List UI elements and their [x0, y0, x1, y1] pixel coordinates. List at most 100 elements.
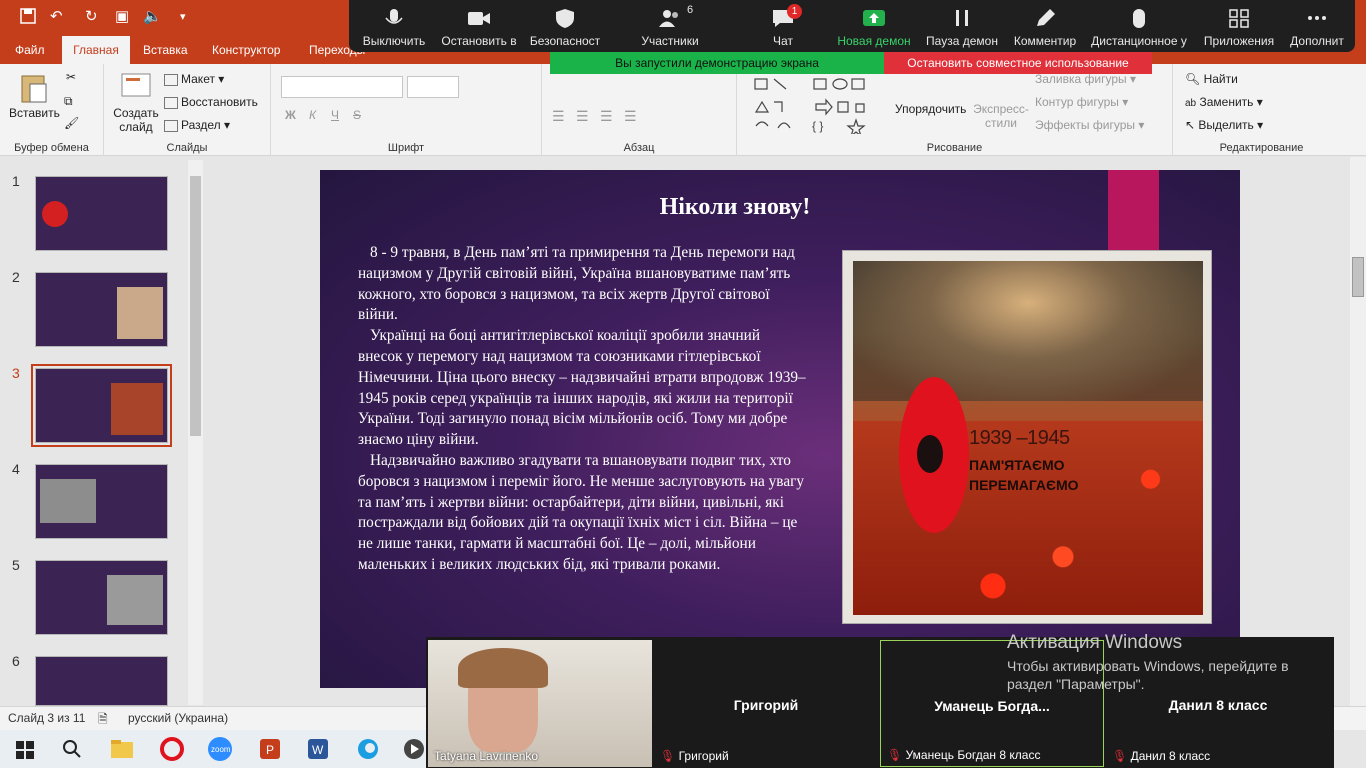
paste-button[interactable]: Вставить [9, 106, 60, 120]
shape-effects-label: Эффекты фигуры [1035, 118, 1136, 132]
italic-button[interactable]: К [309, 108, 316, 122]
file-explorer-icon[interactable] [108, 735, 136, 763]
copy-icon[interactable]: ⧉ [64, 94, 73, 109]
strike-button[interactable]: S [353, 108, 361, 122]
tab-insert[interactable]: Вставка [137, 36, 194, 64]
video-camera-icon [468, 12, 490, 25]
slide-thumbnail-2[interactable] [35, 272, 168, 347]
undo-icon[interactable]: ↶ [50, 8, 63, 26]
speaker-icon[interactable]: 🔈 [143, 8, 162, 26]
stop-video-button[interactable]: Остановить в [439, 0, 519, 52]
font-label: Шрифт [387, 142, 425, 154]
align-left-icon[interactable]: ☰ [552, 108, 565, 125]
slide-thumbnail-5[interactable] [35, 560, 168, 635]
cut-icon[interactable]: ✂ [66, 70, 76, 84]
muted-mic-icon: 🎙︎ [887, 748, 903, 762]
shapes-gallery[interactable]: { } [752, 74, 892, 138]
participant-hair [458, 648, 548, 688]
scroll-thumb[interactable] [190, 176, 201, 436]
slide-thumbnail-3[interactable] [31, 364, 172, 447]
media-player-icon[interactable] [400, 735, 428, 763]
word-icon[interactable]: W [304, 735, 332, 763]
poster-image-frame[interactable]: 1939 –1945 ПАМ'ЯТАЄМО ПЕРЕМАГАЄМО [842, 250, 1212, 624]
arrange-button[interactable]: Упорядочить [895, 102, 966, 116]
poppy-emblem-icon [899, 377, 969, 533]
video-tile-self[interactable]: Tatyana Lavrinenko [428, 640, 652, 767]
language-indicator[interactable]: русский (Украина) [128, 711, 228, 725]
caption-text: Уманець Богдан 8 класс [905, 748, 1041, 762]
security-button[interactable]: Безопасност [529, 0, 601, 52]
windows-start-icon[interactable] [12, 735, 40, 763]
align-center-icon[interactable]: ☰ [576, 108, 589, 125]
participant-name: Данил 8 класс [1168, 697, 1268, 713]
slide-canvas[interactable]: Ніколи знову! 8 - 9 травня, в День пам’я… [320, 170, 1240, 688]
stop-share-button[interactable]: Остановить совместное использование [884, 52, 1152, 74]
thumb-image [117, 287, 163, 339]
video-caption: 🎙︎ Данил 8 класс [1112, 749, 1210, 763]
shape-outline-button[interactable]: Контур фигуры ▾ [1035, 95, 1128, 109]
section-button[interactable]: Раздел ▾ [164, 118, 230, 132]
tab-file[interactable]: Файл [9, 36, 51, 64]
underline-button[interactable]: Ч [331, 108, 339, 122]
participants-button[interactable]: 6 Участники [629, 0, 711, 52]
align-right-icon[interactable]: ☰ [600, 108, 613, 125]
chat-badge: 1 [787, 4, 802, 19]
editing-label: Редактирование [1219, 142, 1304, 154]
paste-icon[interactable] [20, 72, 48, 107]
shape-effects-button[interactable]: Эффекты фигуры ▾ [1035, 118, 1144, 132]
annotate-button[interactable]: Комментир [1009, 0, 1081, 52]
customize-icon[interactable]: ▾ [180, 8, 186, 26]
windows-taskbar: zoom P W [0, 730, 430, 768]
new-slide-button[interactable]: Создать слайд [112, 106, 160, 134]
notes-icon[interactable]: 🗎 [98, 710, 108, 731]
new-slide-icon[interactable] [118, 70, 152, 103]
chat-button[interactable]: 1 Чат [751, 0, 815, 52]
reset-button[interactable]: Восстановить [164, 95, 258, 109]
format-painter-icon[interactable]: 🖌 [64, 116, 79, 130]
shape-fill-button[interactable]: Заливка фигуры ▾ [1035, 72, 1136, 86]
slide-thumbnail-1[interactable] [35, 176, 168, 251]
participant-name: Уманець Богда... [934, 698, 1050, 714]
bold-button[interactable]: Ж [285, 108, 296, 122]
video-tile-grigoriy[interactable]: Григорий 🎙︎ Григорий [654, 640, 878, 767]
opera-icon[interactable] [158, 735, 186, 763]
font-size-select[interactable] [407, 76, 459, 98]
powerpoint-icon[interactable]: P [256, 735, 284, 763]
apps-button[interactable]: Приложения [1199, 0, 1279, 52]
tab-design[interactable]: Конструктор [206, 36, 286, 64]
thumbnail-scrollbar[interactable] [188, 160, 203, 705]
shape-outline-label: Контур фигуры [1035, 95, 1119, 109]
find-button[interactable]: 🔍︎ Найти [1185, 72, 1238, 86]
slide-body-text[interactable]: 8 - 9 травня, в День пам’яті та примирен… [358, 243, 806, 576]
present-icon[interactable]: ▣ [115, 8, 129, 26]
mute-label: Выключить [362, 34, 426, 48]
slide-thumbnail-4[interactable] [35, 464, 168, 539]
poppy-center [917, 435, 943, 473]
remote-control-button[interactable]: Дистанционное у [1089, 0, 1189, 52]
tab-home[interactable]: Главная [62, 36, 130, 64]
more-button[interactable]: Дополнит [1285, 0, 1349, 52]
editor-scrollbar[interactable] [1350, 157, 1366, 706]
justify-icon[interactable]: ☰ [624, 108, 637, 125]
remote-control-label: Дистанционное у [1091, 34, 1187, 48]
slide-title[interactable]: Ніколи знову! [320, 194, 1150, 221]
participant-name: Григорий [733, 697, 799, 713]
new-share-button[interactable]: Новая демон [835, 0, 913, 52]
redo-icon[interactable]: ↻ [85, 8, 98, 26]
mute-button[interactable]: Выключить [357, 0, 431, 52]
share-status-banner: Вы запустили демонстрацию экрана [550, 52, 884, 74]
save-icon[interactable] [20, 8, 36, 29]
select-button[interactable]: ↖ Выделить ▾ [1185, 118, 1263, 132]
pause-share-button[interactable]: Пауза демон [923, 0, 1001, 52]
layout-button[interactable]: Макет ▾ [164, 72, 224, 86]
zoom-app-icon[interactable]: zoom [206, 735, 234, 763]
font-family-select[interactable] [281, 76, 403, 98]
edge-icon[interactable] [354, 735, 382, 763]
pause-icon [956, 10, 968, 26]
annotate-label: Комментир [1013, 34, 1077, 48]
search-icon[interactable] [58, 735, 86, 763]
scroll-thumb[interactable] [1352, 257, 1364, 297]
quick-styles-button[interactable]: Экспресс-стили [971, 102, 1031, 130]
slide-thumbnail-6[interactable] [35, 656, 168, 706]
replace-button[interactable]: ab Заменить ▾ [1185, 95, 1263, 109]
